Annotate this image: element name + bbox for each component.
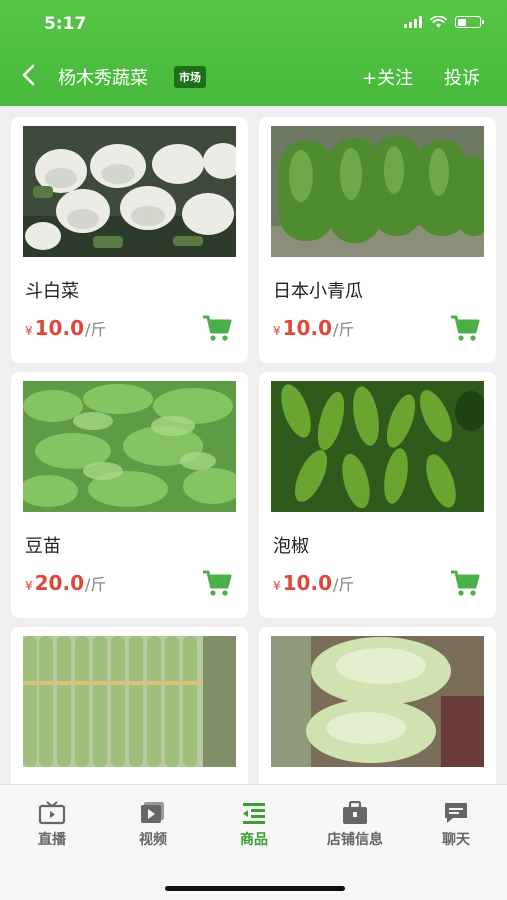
- currency-symbol: ¥: [25, 579, 33, 593]
- currency-symbol: ¥: [273, 579, 281, 593]
- chat-icon: [445, 803, 467, 823]
- product-card[interactable]: [259, 627, 496, 784]
- price-unit: /斤: [85, 575, 107, 594]
- product-price: ¥ 10.0 /斤: [273, 571, 354, 595]
- nav-bar: 杨木秀蔬菜 市场 +关注 投诉: [0, 56, 507, 98]
- header: 5:17 杨木秀蔬菜 市场 +关注 投诉: [0, 0, 507, 106]
- product-name: 豆苗: [25, 536, 61, 557]
- price-unit: /斤: [333, 575, 355, 594]
- product-card[interactable]: 泡椒 ¥ 10.0 /斤: [259, 372, 496, 618]
- product-grid: 斗白菜 ¥ 10.0 /斤 日本小青瓜 ¥ 10.0 /斤 豆苗 ¥ 20.0 …: [0, 106, 507, 784]
- product-image: [271, 636, 484, 767]
- bottom-tab-bar: 直播 视频 商品 店铺信息 聊天: [0, 784, 507, 900]
- tab-label: 聊天: [442, 832, 470, 848]
- product-list-icon: [243, 803, 265, 824]
- add-to-cart-icon[interactable]: [202, 314, 232, 342]
- add-to-cart-icon[interactable]: [450, 314, 480, 342]
- product-price: ¥ 10.0 /斤: [273, 316, 354, 340]
- follow-button[interactable]: +关注: [362, 64, 413, 90]
- complain-button[interactable]: 投诉: [444, 64, 480, 90]
- shop-name: 杨木秀蔬菜: [58, 68, 148, 89]
- system-icons: [404, 16, 484, 28]
- tab-video[interactable]: 视频: [108, 801, 198, 849]
- price-unit: /斤: [333, 320, 355, 339]
- price-amount: 10.0: [282, 571, 332, 595]
- battery-icon: [455, 16, 484, 28]
- product-card[interactable]: 日本小青瓜 ¥ 10.0 /斤: [259, 117, 496, 363]
- tab-label: 视频: [139, 832, 167, 848]
- tab-store-info[interactable]: 店铺信息: [310, 801, 400, 849]
- status-time: 5:17: [44, 14, 87, 34]
- tab-label: 直播: [38, 832, 66, 848]
- market-tag: 市场: [174, 66, 206, 88]
- product-card[interactable]: 斗白菜 ¥ 10.0 /斤: [11, 117, 248, 363]
- price-unit: /斤: [85, 320, 107, 339]
- briefcase-icon: [343, 801, 367, 824]
- tab-products[interactable]: 商品: [209, 801, 299, 849]
- price-amount: 10.0: [34, 316, 84, 340]
- product-price: ¥ 20.0 /斤: [25, 571, 106, 595]
- tab-live[interactable]: 直播: [7, 801, 97, 849]
- price-amount: 10.0: [282, 316, 332, 340]
- wifi-icon: [430, 16, 447, 28]
- tab-label: 店铺信息: [327, 832, 383, 848]
- add-to-cart-icon[interactable]: [450, 569, 480, 597]
- price-amount: 20.0: [34, 571, 84, 595]
- video-icon: [141, 802, 164, 823]
- product-name: 泡椒: [273, 536, 309, 557]
- status-bar: 5:17: [0, 0, 507, 50]
- product-image: [23, 636, 236, 767]
- currency-symbol: ¥: [273, 324, 281, 338]
- live-tv-icon: [38, 801, 66, 825]
- tab-chat[interactable]: 聊天: [411, 801, 501, 849]
- product-image: [271, 126, 484, 257]
- home-indicator: [165, 886, 345, 891]
- product-image: [23, 126, 236, 257]
- product-price: ¥ 10.0 /斤: [25, 316, 106, 340]
- product-name: 日本小青瓜: [273, 281, 363, 302]
- signal-icon: [404, 16, 422, 28]
- product-image: [23, 381, 236, 512]
- product-card[interactable]: 豆苗 ¥ 20.0 /斤: [11, 372, 248, 618]
- product-card[interactable]: [11, 627, 248, 784]
- product-image: [271, 381, 484, 512]
- back-icon[interactable]: [16, 62, 42, 88]
- currency-symbol: ¥: [25, 324, 33, 338]
- add-to-cart-icon[interactable]: [202, 569, 232, 597]
- tab-label: 商品: [240, 832, 268, 848]
- product-name: 斗白菜: [25, 281, 79, 302]
